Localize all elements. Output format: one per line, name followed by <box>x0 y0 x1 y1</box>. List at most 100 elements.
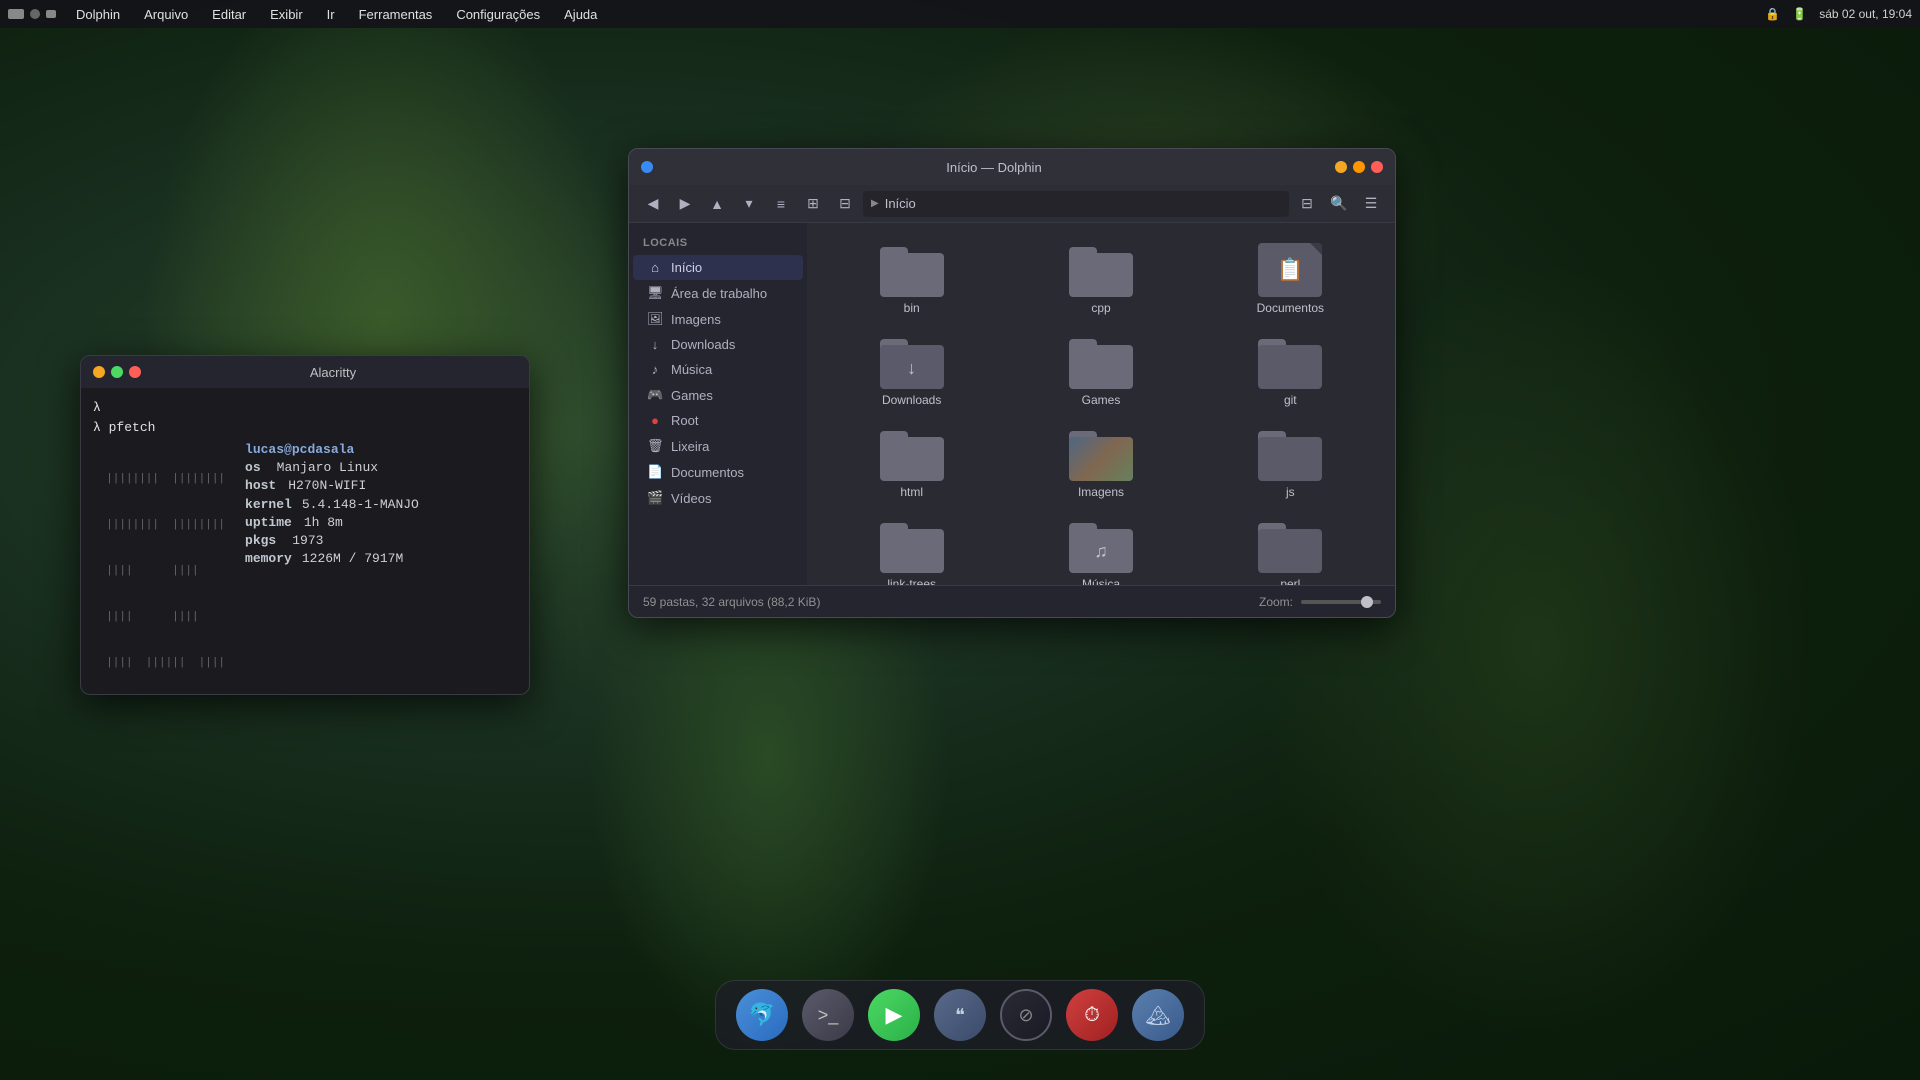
file-item-documentos[interactable]: 📋 Documentos <box>1198 235 1383 323</box>
view-grid-button[interactable]: ⊞ <box>799 190 827 218</box>
file-item-imagens[interactable]: Imagens <box>1008 419 1193 507</box>
terminal-window: Alacritty λ λ pfetch |||||||| |||||||| |… <box>80 355 530 695</box>
dock-terminal-button[interactable]: >_ <box>802 989 854 1041</box>
dolphin-maximize-button[interactable] <box>1353 161 1365 173</box>
menu-items: Dolphin Arquivo Editar Exibir Ir Ferrame… <box>72 5 1765 24</box>
breadcrumb[interactable]: ▶ Início <box>863 191 1289 217</box>
folder-icon-musica: ♫ <box>1069 519 1133 573</box>
terminal-host-value: H270N-WIFI <box>284 477 366 495</box>
dock-dolphin-button[interactable]: 🐬 <box>736 989 788 1041</box>
dock-notes-button[interactable]: ❝ <box>934 989 986 1041</box>
terminal-kernel-value: 5.4.148-1-MANJO <box>300 496 419 514</box>
file-item-git[interactable]: git <box>1198 327 1383 415</box>
play-dock-icon: ▶ <box>886 1002 903 1028</box>
sidebar-item-games[interactable]: 🎮 Games <box>633 382 803 408</box>
file-item-games[interactable]: Games <box>1008 327 1193 415</box>
top-menubar: Dolphin Arquivo Editar Exibir Ir Ferrame… <box>0 0 1920 28</box>
file-item-musica[interactable]: ♫ Música <box>1008 511 1193 585</box>
terminal-memory-row: memory 1226M / 7917M <box>245 550 419 568</box>
sidebar-item-imagens[interactable]: 🖼 Imagens <box>633 306 803 332</box>
sidebar-item-inicio[interactable]: ⌂ Início <box>633 255 803 280</box>
desktop-icon: 🖥 <box>647 285 663 301</box>
dock-gallery-button[interactable]: 🏔 <box>1132 989 1184 1041</box>
sys-icon-3 <box>46 10 56 18</box>
split-view-button[interactable]: ⊟ <box>1293 190 1321 218</box>
terminal-close-button[interactable] <box>129 366 141 378</box>
terminal-title: Alacritty <box>149 365 517 380</box>
dock-mediaplayer-button[interactable]: ▶ <box>868 989 920 1041</box>
sidebar-item-downloads[interactable]: ↓ Downloads <box>633 332 803 357</box>
sidebar-label-root: Root <box>671 413 698 428</box>
terminal-uptime-row: uptime 1h 8m <box>245 514 419 532</box>
dolphin-close-button[interactable] <box>1371 161 1383 173</box>
dock-timetrack-button[interactable]: ⏱ <box>1066 989 1118 1041</box>
terminal-kernel-label: kernel <box>245 496 292 514</box>
sidebar-item-documentos[interactable]: 📄 Documentos <box>633 459 803 485</box>
menu-appname[interactable]: Dolphin <box>72 5 124 24</box>
videos-icon: 🎬 <box>647 490 663 506</box>
terminal-kernel-row: kernel 5.4.148-1-MANJO <box>245 496 419 514</box>
zoom-control[interactable]: Zoom: <box>1259 595 1381 609</box>
sidebar-item-desktop[interactable]: 🖥 Área de trabalho <box>633 280 803 306</box>
terminal-content[interactable]: λ λ pfetch |||||||| |||||||| |||||||| ||… <box>81 388 529 694</box>
sidebar-label-desktop: Área de trabalho <box>671 286 767 301</box>
doc-icon-symbol: 📋 <box>1277 257 1304 283</box>
terminal-host-label: host <box>245 477 276 495</box>
file-name-downloads: Downloads <box>882 393 941 407</box>
file-item-perl[interactable]: perl <box>1198 511 1383 585</box>
dolphin-indicator <box>641 161 653 173</box>
file-item-downloads[interactable]: Downloads <box>819 327 1004 415</box>
breadcrumb-path: Início <box>885 196 916 211</box>
terminal-userhost: lucas@pcdasala <box>245 441 419 459</box>
sidebar-item-root[interactable]: ● Root <box>633 408 803 433</box>
menu-editar[interactable]: Editar <box>208 5 250 24</box>
menu-configuracoes[interactable]: Configurações <box>452 5 544 24</box>
menu-ferramentas[interactable]: Ferramentas <box>355 5 437 24</box>
menu-arquivo[interactable]: Arquivo <box>140 5 192 24</box>
toolbar-right: ⊟ 🔍 ☰ <box>1293 190 1385 218</box>
file-item-link-trees[interactable]: link-trees <box>819 511 1004 585</box>
view-list-button[interactable]: ≡ <box>767 190 795 218</box>
file-item-js[interactable]: js <box>1198 419 1383 507</box>
zoom-slider[interactable] <box>1301 600 1381 604</box>
menu-exibir[interactable]: Exibir <box>266 5 307 24</box>
sidebar-label-videos: Vídeos <box>671 491 711 506</box>
dropdown-button[interactable]: ▾ <box>735 190 763 218</box>
terminal-memory-value: 1226M / 7917M <box>300 550 403 568</box>
menu-ajuda[interactable]: Ajuda <box>560 5 601 24</box>
menu-ir[interactable]: Ir <box>323 5 339 24</box>
sidebar-section-label: Locais <box>629 233 807 255</box>
dolphin-dock-icon: 🐬 <box>748 1002 775 1028</box>
terminal-minimize-button[interactable] <box>93 366 105 378</box>
sidebar-item-musica[interactable]: ♪ Música <box>633 357 803 382</box>
folder-icon-games <box>1069 335 1133 389</box>
dolphin-window-controls <box>1335 161 1383 173</box>
file-item-html[interactable]: html <box>819 419 1004 507</box>
terminal-maximize-button[interactable] <box>111 366 123 378</box>
sidebar-label-imagens: Imagens <box>671 312 721 327</box>
terminal-uptime-label: uptime <box>245 514 292 532</box>
sidebar-item-lixeira[interactable]: 🗑 Lixeira <box>633 433 803 459</box>
battery-icon: 🔋 <box>1792 7 1807 21</box>
file-name-git: git <box>1284 393 1297 407</box>
terminal-uptime-value: 1h 8m <box>300 514 343 532</box>
sidebar-item-videos[interactable]: 🎬 Vídeos <box>633 485 803 511</box>
zoom-thumb[interactable] <box>1361 596 1373 608</box>
dock-slash-button[interactable]: ⊘ <box>1000 989 1052 1041</box>
search-button[interactable]: 🔍 <box>1325 190 1353 218</box>
sidebar-label-games: Games <box>671 388 713 403</box>
view-compact-button[interactable]: ⊟ <box>831 190 859 218</box>
file-name-documentos: Documentos <box>1257 301 1324 315</box>
terminal-pfetch-cmd: λ pfetch <box>93 418 517 438</box>
forward-button[interactable]: ▶ <box>671 190 699 218</box>
menu-button[interactable]: ☰ <box>1357 190 1385 218</box>
dolphin-minimize-button[interactable] <box>1335 161 1347 173</box>
notes-dock-icon: ❝ <box>955 1005 965 1026</box>
up-button[interactable]: ▲ <box>703 190 731 218</box>
back-button[interactable]: ◀ <box>639 190 667 218</box>
file-item-cpp[interactable]: cpp <box>1008 235 1193 323</box>
dolphin-file-grid: bin cpp 📋 Documentos <box>807 223 1395 585</box>
file-item-bin[interactable]: bin <box>819 235 1004 323</box>
sys-icon-2 <box>30 9 40 19</box>
music-icon: ♪ <box>647 362 663 377</box>
